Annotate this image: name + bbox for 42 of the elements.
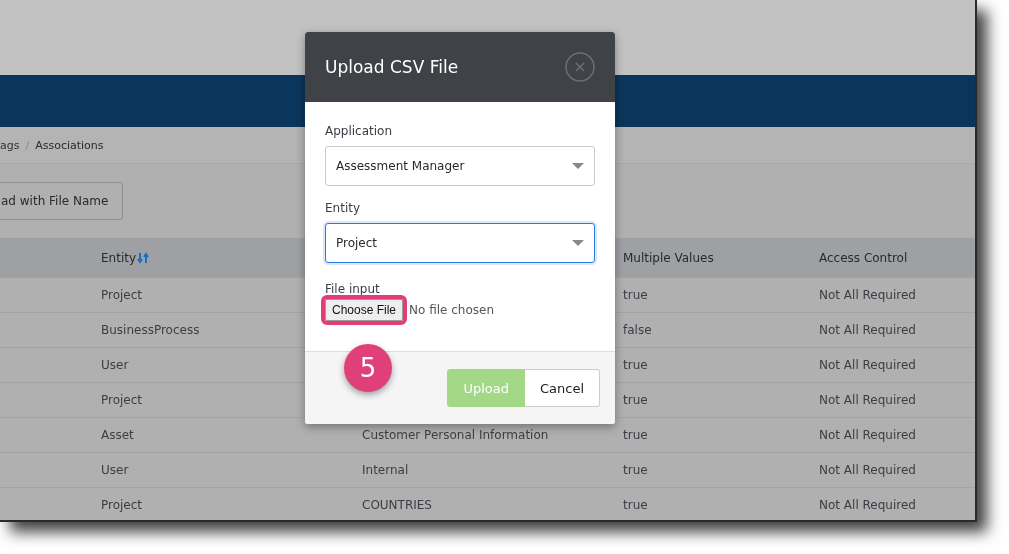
column-header: Multiple Values xyxy=(623,250,714,265)
breadcrumb-separator: / xyxy=(25,138,30,152)
sort-icon[interactable] xyxy=(137,251,150,264)
table-cell: true xyxy=(623,288,648,302)
field-label: Entity xyxy=(325,201,362,215)
table-cell: false xyxy=(623,323,652,337)
table-cell: true xyxy=(623,498,648,512)
table-cell: Not All Required xyxy=(819,358,916,372)
field-label: Application xyxy=(325,124,394,138)
table-cell: Not All Required xyxy=(819,393,916,407)
caret-icon xyxy=(572,240,584,246)
table-cell: true xyxy=(623,428,648,442)
table-cell: Not All Required xyxy=(819,288,916,302)
table-cell: COUNTRIES xyxy=(362,498,432,512)
table-cell: Asset xyxy=(101,428,134,442)
cancel-button[interactable]: Cancel xyxy=(524,369,600,407)
table-cell: Not All Required xyxy=(819,498,916,512)
table-cell: Project xyxy=(101,288,143,302)
table-cell: true xyxy=(623,358,648,372)
table-cell: Project xyxy=(101,393,143,407)
table-cell: Project xyxy=(101,498,143,512)
dialog-title: Upload CSV File xyxy=(325,57,459,77)
table-cell: Internal xyxy=(362,463,409,477)
close-icon[interactable] xyxy=(565,52,595,82)
table-cell: Not All Required xyxy=(819,463,916,477)
table-cell: true xyxy=(623,393,648,407)
table-cell: Not All Required xyxy=(819,428,916,442)
field-label: File input xyxy=(325,282,381,296)
upload-with-file-name-button[interactable]: ad with File Name xyxy=(0,182,124,220)
breadcrumb-link[interactable]: ags xyxy=(0,138,20,152)
dropdown-field[interactable]: Assessment Manager xyxy=(325,146,595,186)
column-header: Access Control xyxy=(819,250,908,265)
table-cell: User xyxy=(101,463,129,477)
table-cell: BusinessProcess xyxy=(101,323,200,337)
step-badge: 5 xyxy=(344,344,392,392)
column-header[interactable]: Entity xyxy=(101,250,150,265)
file-status: No file chosen xyxy=(409,303,495,317)
table-cell: Not All Required xyxy=(819,323,916,337)
table-cell: Customer Personal Information xyxy=(362,428,549,442)
table-cell: User xyxy=(101,358,129,372)
dropdown-field[interactable]: Project xyxy=(325,223,595,263)
table-cell: true xyxy=(623,463,648,477)
